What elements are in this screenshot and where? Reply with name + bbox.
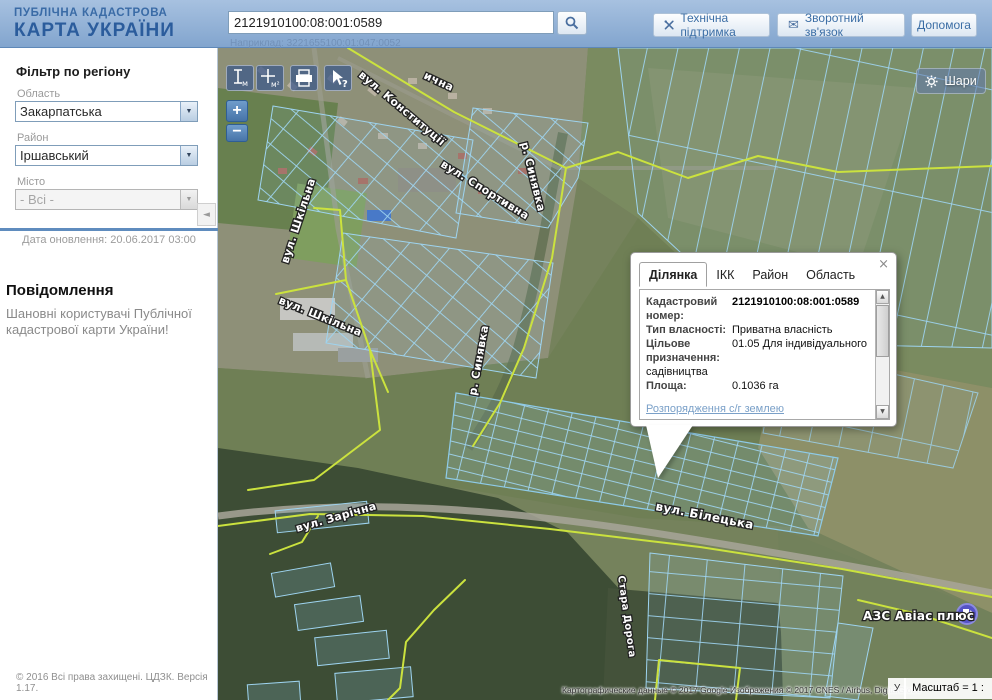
link-land-disposal[interactable]: Розпорядження с/г землею <box>646 403 872 415</box>
messages-title: Повідомлення <box>6 282 113 299</box>
city-value: - Всі - <box>16 192 180 207</box>
chevron-down-icon[interactable]: ▼ <box>180 146 197 165</box>
field-area: Площа:0.1036 га <box>646 379 872 393</box>
app-logo: ПУБЛІЧНА КАДАСТРОВА КАРТА УКРАЇНИ <box>14 7 175 42</box>
tools-icon <box>664 18 674 32</box>
envelope-icon: ✉ <box>788 18 799 33</box>
map-toolbar: м м² ? <box>226 65 352 91</box>
identify-button[interactable]: ? <box>324 65 352 91</box>
feedback-button[interactable]: ✉ Зворотний зв'язок <box>777 13 905 37</box>
svg-text:м²: м² <box>271 80 280 89</box>
update-date: Дата оновлення: 20.06.2017 03:00 <box>0 234 218 246</box>
field-purpose: Цільове призначення:01.05 Для індивідуал… <box>646 337 872 379</box>
district-value: Іршавський <box>16 148 180 163</box>
tab-rayon[interactable]: Район <box>743 263 797 286</box>
popup-tabs: Ділянка ІКК Район Область <box>639 261 864 286</box>
layers-label: Шари <box>944 74 976 88</box>
feedback-label: Зворотний зв'язок <box>805 11 894 39</box>
help-label: Допомога <box>917 18 971 32</box>
search-input[interactable] <box>228 11 554 34</box>
messages-body: Шановні користувачі Публічної кадастрово… <box>6 306 206 339</box>
popup-pointer-tail <box>631 425 701 480</box>
header: ПУБЛІЧНА КАДАСТРОВА КАРТА УКРАЇНИ Наприк… <box>0 0 992 48</box>
sidebar-copyright: © 2016 Всі права захищені. ЦДЗК. Версія … <box>16 672 217 694</box>
poi-label-azs: АЗС Авіас плюс <box>863 609 974 623</box>
parcel-info-popup: × Ділянка ІКК Район Область Кадастровий … <box>630 252 897 427</box>
logo-line1: ПУБЛІЧНА КАДАСТРОВА <box>14 7 175 19</box>
district-select[interactable]: Іршавський ▼ <box>15 145 198 166</box>
print-icon <box>293 68 315 88</box>
tech-support-label: Технічна підтримка <box>680 11 759 39</box>
filter-title: Фільтр по регіону <box>16 64 130 79</box>
map-canvas[interactable]: ична вул. Конституції вул. Спортивна р. … <box>218 48 992 700</box>
panel-divider <box>0 228 218 231</box>
scale-indicator: Масштаб = 1 : 8531 <box>904 678 992 699</box>
scroll-up-icon[interactable]: ▲ <box>876 290 889 304</box>
svg-text:?: ? <box>342 79 348 89</box>
layers-button[interactable]: Шари <box>916 68 986 94</box>
help-button[interactable]: Допомога <box>911 13 977 37</box>
chevron-down-icon: ▼ <box>180 190 197 209</box>
chevron-down-icon[interactable]: ▼ <box>180 102 197 121</box>
region-select[interactable]: Закарпатська ▼ <box>15 101 198 122</box>
tab-oblast[interactable]: Область <box>797 263 864 286</box>
measure-area-icon: м² <box>258 67 282 89</box>
field-cadastral-number: Кадастровий номер:2121910100:08:001:0589 <box>646 295 872 323</box>
city-select[interactable]: - Всі - ▼ <box>15 189 198 210</box>
zoom-out-button[interactable]: − <box>226 124 248 142</box>
search-button[interactable] <box>557 11 587 35</box>
scrollbar-thumb[interactable] <box>876 305 889 357</box>
measure-area-button[interactable]: м² <box>256 65 284 91</box>
close-icon[interactable]: × <box>878 257 889 272</box>
print-button[interactable] <box>290 65 318 91</box>
measure-length-icon: м <box>228 67 252 89</box>
tab-dilyanka[interactable]: Ділянка <box>639 262 707 287</box>
identify-cursor-icon: ? <box>326 67 350 89</box>
gear-icon <box>925 75 938 88</box>
tab-ikk[interactable]: ІКК <box>707 263 743 286</box>
sidebar: Фільтр по регіону Область Закарпатська ▼… <box>0 48 218 700</box>
cadastral-map-app: ПУБЛІЧНА КАДАСТРОВА КАРТА УКРАЇНИ Наприк… <box>0 0 992 700</box>
city-label: Місто <box>17 176 45 188</box>
region-value: Закарпатська <box>16 104 180 119</box>
field-ownership-type: Тип власності:Приватна власність <box>646 323 872 337</box>
tech-support-button[interactable]: Технічна підтримка <box>653 13 770 37</box>
popup-content: Кадастровий номер:2121910100:08:001:0589… <box>639 289 890 420</box>
popup-links: Розпорядження с/г землею Замовити Витяг … <box>646 403 872 420</box>
sidebar-collapse-button[interactable]: ◄ <box>197 203 216 226</box>
district-label: Район <box>17 132 48 144</box>
scroll-down-icon[interactable]: ▼ <box>876 405 889 419</box>
map-attribution: Картографические данные © 2017 Google Из… <box>562 685 921 695</box>
zoom-in-button[interactable]: + <box>226 100 248 122</box>
collapse-left-icon: ◄ <box>203 210 210 220</box>
measure-length-button[interactable]: м <box>226 65 254 91</box>
search-icon <box>564 15 580 31</box>
svg-text:м: м <box>242 79 248 88</box>
logo-line2: КАРТА УКРАЇНИ <box>14 20 175 42</box>
region-label: Область <box>17 88 60 100</box>
popup-scrollbar[interactable]: ▲ ▼ <box>875 290 889 419</box>
